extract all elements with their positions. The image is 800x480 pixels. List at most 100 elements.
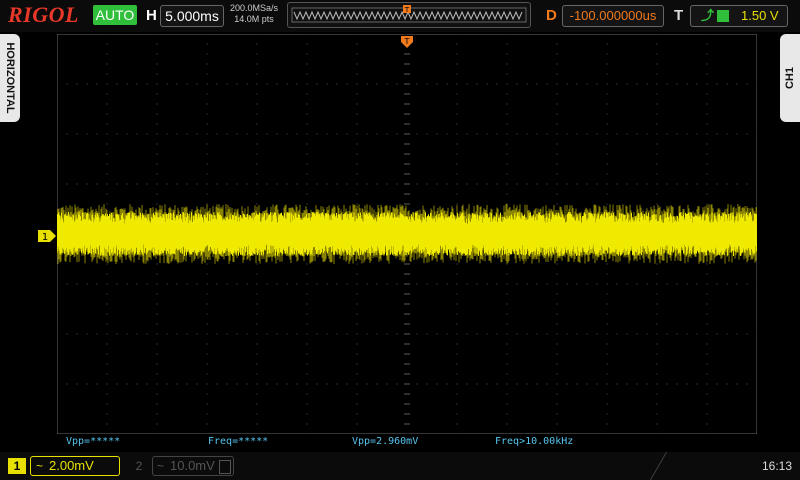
grid-dot bbox=[506, 183, 508, 185]
grid-dot bbox=[86, 383, 88, 385]
grid-dot bbox=[256, 93, 258, 95]
grid-dot bbox=[556, 123, 558, 125]
grid-dot bbox=[256, 63, 258, 65]
grid-dot bbox=[256, 403, 258, 405]
ch1-offset-marker[interactable]: 1 bbox=[38, 229, 58, 243]
grid-dot bbox=[636, 333, 638, 335]
grid-dot bbox=[106, 333, 108, 335]
grid-dot bbox=[526, 333, 528, 335]
rigol-logo: RIGOL bbox=[8, 2, 79, 27]
grid-dot bbox=[356, 34, 358, 35]
grid-dot bbox=[356, 383, 358, 385]
grid-dot bbox=[376, 283, 378, 285]
grid-dot bbox=[306, 73, 308, 75]
grid-dot bbox=[256, 133, 258, 135]
grid-dot bbox=[156, 323, 158, 325]
grid-dot bbox=[696, 83, 698, 85]
grid-dot bbox=[356, 263, 358, 265]
grid-dot bbox=[456, 113, 458, 115]
grid-dot bbox=[456, 303, 458, 305]
grid-dot bbox=[666, 183, 668, 185]
ch1-menu-tab[interactable]: CH1 bbox=[780, 34, 800, 122]
grid-dot bbox=[516, 383, 518, 385]
grid-dot bbox=[306, 323, 308, 325]
grid-dot bbox=[466, 133, 468, 135]
grid-dot bbox=[106, 173, 108, 175]
grid-dot bbox=[536, 83, 538, 85]
grid-dot bbox=[566, 133, 568, 135]
grid-dot bbox=[456, 273, 458, 275]
grid-dot bbox=[756, 283, 757, 285]
grid-dot bbox=[156, 183, 158, 185]
svg-text:1: 1 bbox=[42, 232, 48, 243]
grid-dot bbox=[656, 333, 658, 335]
grid-dot bbox=[57, 83, 58, 85]
grid-dot bbox=[656, 353, 658, 355]
trigger-settings[interactable]: ⤴ 1.50 V bbox=[690, 5, 788, 27]
grid-dot bbox=[606, 343, 608, 345]
grid-dot bbox=[366, 383, 368, 385]
grid-dot bbox=[606, 203, 608, 205]
grid-dot bbox=[456, 83, 458, 85]
grid-dot bbox=[156, 133, 158, 135]
grid-dot bbox=[196, 133, 198, 135]
trigger-mode-badge[interactable]: AUTO bbox=[93, 5, 137, 25]
memory-overview[interactable]: T bbox=[287, 2, 531, 28]
grid-dot bbox=[556, 293, 558, 295]
grid-dot bbox=[96, 283, 98, 285]
grid-dot bbox=[516, 83, 518, 85]
grid-dot bbox=[606, 393, 608, 395]
grid-dot bbox=[106, 73, 108, 75]
grid-dot bbox=[456, 143, 458, 145]
grid-dot bbox=[716, 383, 718, 385]
grid-dot bbox=[256, 413, 258, 415]
grid-dot bbox=[166, 283, 168, 285]
horizontal-delay-display[interactable]: -100.000000us bbox=[562, 5, 664, 27]
acquisition-info: 200.0MSa/s 14.0M pts bbox=[226, 3, 282, 25]
grid-dot bbox=[446, 183, 448, 185]
grid-dot bbox=[356, 423, 358, 425]
grid-dot bbox=[206, 343, 208, 345]
grid-dot bbox=[606, 183, 608, 185]
grid-dot bbox=[156, 353, 158, 355]
grid-dot bbox=[556, 193, 558, 195]
grid-dot bbox=[366, 333, 368, 335]
waveform-display[interactable]: T bbox=[57, 34, 757, 434]
grid-dot bbox=[456, 103, 458, 105]
timebase-display[interactable]: 5.000ms bbox=[160, 5, 224, 27]
grid-dot bbox=[666, 383, 668, 385]
grid-dot bbox=[556, 133, 558, 135]
grid-dot bbox=[206, 113, 208, 115]
grid-dot bbox=[556, 63, 558, 65]
grid-dot bbox=[106, 53, 108, 55]
grid-dot bbox=[106, 143, 108, 145]
grid-dot bbox=[596, 83, 598, 85]
grid-dot bbox=[706, 393, 708, 395]
grid-dot bbox=[136, 83, 138, 85]
grid-dot bbox=[726, 333, 728, 335]
grid-dot bbox=[306, 333, 308, 335]
grid-dot bbox=[456, 323, 458, 325]
grid-dot bbox=[506, 373, 508, 375]
grid-dot bbox=[356, 123, 358, 125]
grid-dot bbox=[206, 43, 208, 45]
grid-dot bbox=[556, 103, 558, 105]
ch2-number-badge[interactable]: 2 bbox=[130, 458, 148, 474]
grid-dot bbox=[306, 183, 308, 185]
grid-dot bbox=[506, 173, 508, 175]
grid-dot bbox=[656, 203, 658, 205]
grid-dot bbox=[116, 283, 118, 285]
svg-text:T: T bbox=[404, 37, 410, 46]
trigger-position-icon: T bbox=[403, 5, 411, 14]
grid-dot bbox=[66, 333, 68, 335]
grid-dot bbox=[456, 383, 458, 385]
grid-dot bbox=[476, 83, 478, 85]
grid-dot bbox=[216, 133, 218, 135]
horizontal-menu-tab[interactable]: HORIZONTAL bbox=[0, 34, 20, 122]
grid-dot bbox=[706, 63, 708, 65]
grid-dot bbox=[606, 413, 608, 415]
grid-dot bbox=[116, 383, 118, 385]
grid-dot bbox=[656, 153, 658, 155]
ch1-number-badge[interactable]: 1 bbox=[8, 458, 26, 474]
grid-dot bbox=[546, 383, 548, 385]
